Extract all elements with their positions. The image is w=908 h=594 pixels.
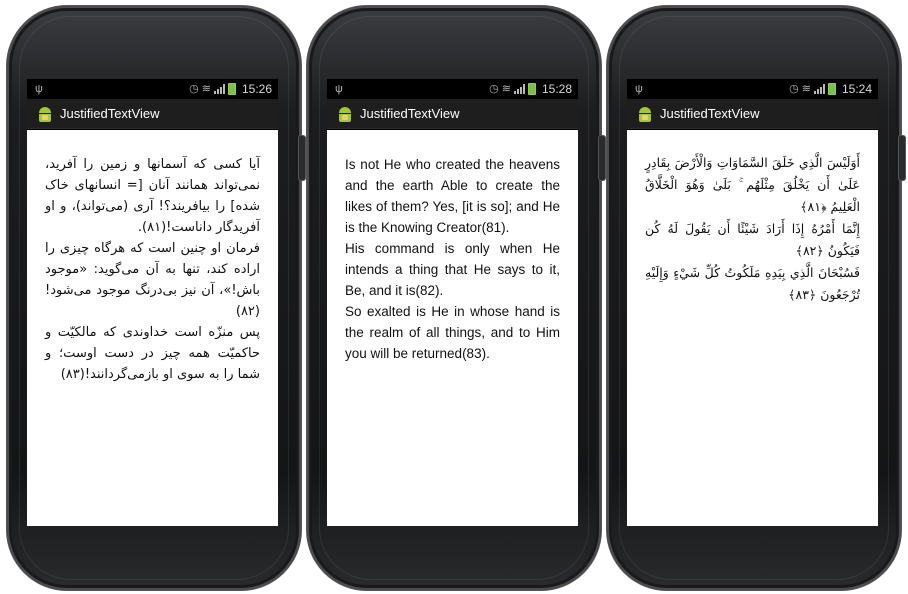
signal-icon (513, 84, 525, 94)
phone-screen-3: ψ ◷ ≋ 15:24 JustifiedTextView أَوَلَيْسَ… (627, 79, 878, 526)
phone-frame-3: ψ ◷ ≋ 15:24 JustifiedTextView أَوَلَيْسَ… (607, 6, 905, 590)
action-bar: JustifiedTextView (27, 99, 278, 129)
phone-screen-2: ψ ◷ ≋ 15:28 JustifiedTextView Is not He … (327, 79, 578, 526)
status-bar: ψ ◷ ≋ 15:24 (627, 79, 878, 99)
usb-icon: ψ (635, 82, 643, 95)
wifi-icon: ≋ (801, 82, 811, 95)
volume-button[interactable] (899, 136, 905, 180)
wifi-icon: ≋ (501, 82, 511, 95)
status-time: 15:24 (841, 82, 872, 96)
text-paragraph: فرمان او چنین است که هرگاه چیزی را اراده… (45, 241, 260, 319)
action-bar: JustifiedTextView (627, 99, 878, 129)
text-paragraph: Is not He who created the heavens and th… (345, 157, 560, 235)
action-bar: JustifiedTextView (327, 99, 578, 129)
alarm-icon: ◷ (489, 82, 499, 95)
app-title: JustifiedTextView (360, 106, 460, 121)
justified-text-view: آیا کسی که آسمانها و زمین را آفرید، نمی‌… (27, 130, 278, 526)
text-paragraph: His command is only when He intends a th… (345, 241, 560, 298)
android-app-icon[interactable] (37, 106, 53, 122)
text-paragraph: So exalted is He in whose hand is the re… (345, 304, 560, 361)
justified-text-view: Is not He who created the heavens and th… (327, 130, 578, 526)
phone-frame-1: ψ ◷ ≋ 15:26 JustifiedTextView آیا کسی که… (7, 6, 305, 590)
status-bar: ψ ◷ ≋ 15:28 (327, 79, 578, 99)
volume-button[interactable] (599, 136, 605, 180)
text-paragraph: إِنَّمَا أَمْرُهُ إِذَا أَرَادَ شَيْئًا … (645, 221, 860, 258)
phone-screen-1: ψ ◷ ≋ 15:26 JustifiedTextView آیا کسی که… (27, 79, 278, 526)
phone-frame-2: ψ ◷ ≋ 15:28 JustifiedTextView Is not He … (307, 6, 605, 590)
signal-icon (213, 84, 225, 94)
app-title: JustifiedTextView (60, 106, 160, 121)
text-paragraph: آیا کسی که آسمانها و زمین را آفرید، نمی‌… (45, 157, 260, 235)
app-title: JustifiedTextView (660, 106, 760, 121)
usb-icon: ψ (35, 82, 43, 95)
android-app-icon[interactable] (337, 106, 353, 122)
signal-icon (813, 84, 825, 94)
usb-icon: ψ (335, 82, 343, 95)
android-app-icon[interactable] (637, 106, 653, 122)
battery-icon (227, 83, 236, 95)
text-paragraph: فَسُبْحَانَ الَّذِي بِيَدِهِ مَلَكُوتُ ك… (645, 265, 860, 302)
battery-icon (827, 83, 836, 95)
status-bar: ψ ◷ ≋ 15:26 (27, 79, 278, 99)
status-time: 15:28 (541, 82, 572, 96)
justified-text-view: أَوَلَيْسَ الَّذِي خَلَقَ السَّمَاوَاتِ … (627, 130, 878, 526)
alarm-icon: ◷ (789, 82, 799, 95)
wifi-icon: ≋ (201, 82, 211, 95)
battery-icon (527, 83, 536, 95)
text-paragraph: پس منزّه است خداوندی که مالکیّت و حاکمیّ… (45, 325, 260, 382)
alarm-icon: ◷ (189, 82, 199, 95)
volume-button[interactable] (299, 136, 305, 180)
text-paragraph: أَوَلَيْسَ الَّذِي خَلَقَ السَّمَاوَاتِ … (645, 155, 860, 214)
status-time: 15:26 (241, 82, 272, 96)
